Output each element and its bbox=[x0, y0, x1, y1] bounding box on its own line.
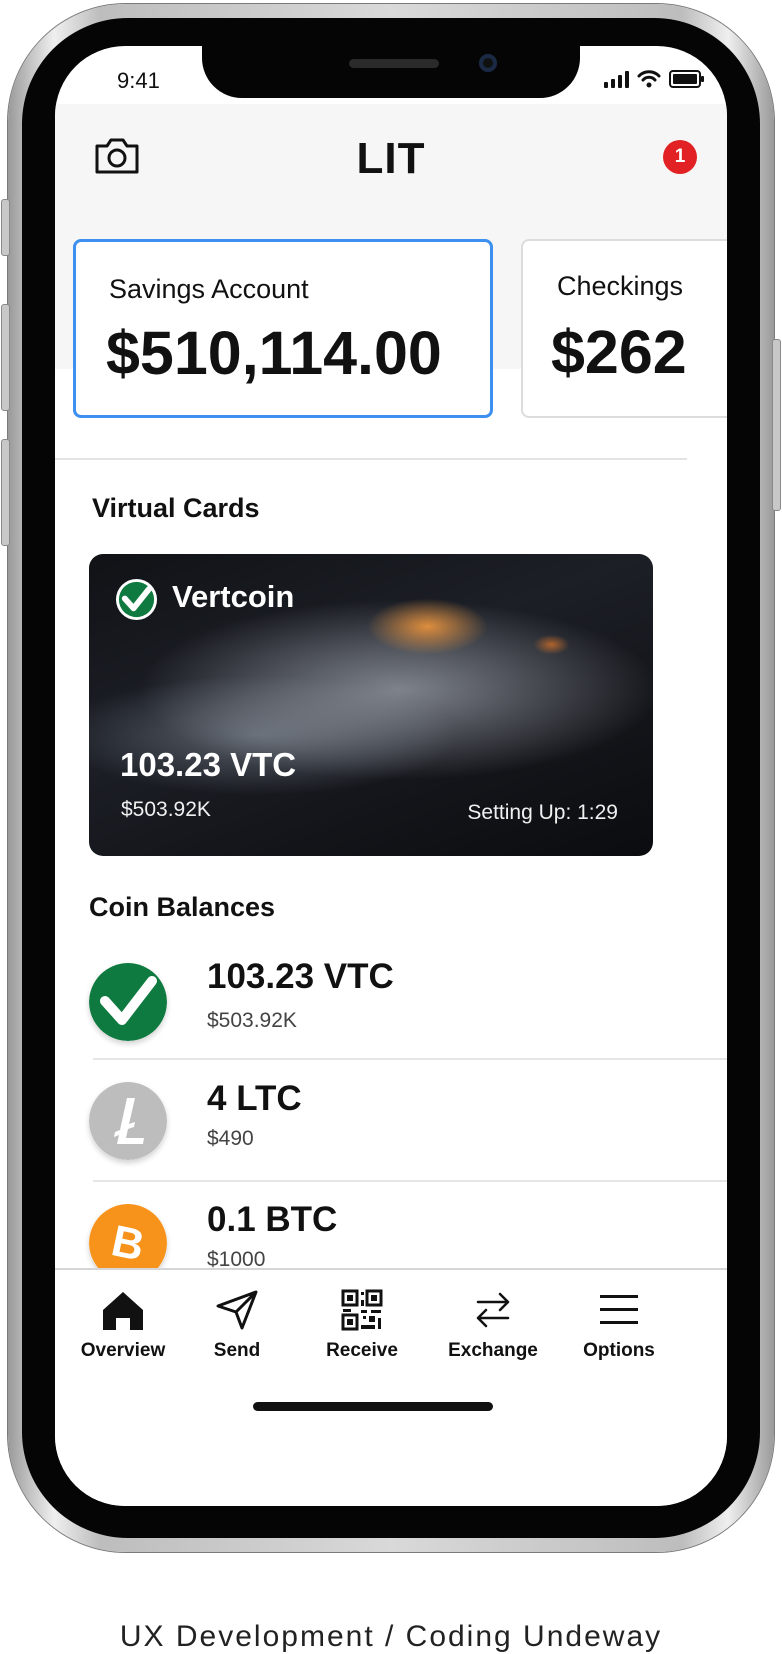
account-card-checkings[interactable]: Checkings $262 bbox=[521, 239, 727, 418]
signal-icon bbox=[604, 70, 629, 88]
speaker bbox=[349, 59, 439, 68]
virtual-card-amount: 103.23 VTC bbox=[120, 746, 297, 783]
litecoin-icon bbox=[89, 1082, 167, 1160]
vertcoin-icon bbox=[115, 578, 158, 621]
app-title: LIT bbox=[356, 134, 426, 183]
wifi-icon bbox=[637, 70, 661, 88]
coin-fiat: $1000 bbox=[207, 1248, 266, 1268]
account-card-savings[interactable]: Savings Account $510,114.00 bbox=[73, 239, 493, 418]
coin-fiat: $490 bbox=[207, 1127, 254, 1150]
account-balance: $510,114.00 bbox=[106, 319, 442, 387]
power-button bbox=[772, 339, 781, 511]
virtual-card[interactable]: Vertcoin 103.23 VTC $503.92K Setting Up:… bbox=[89, 554, 653, 856]
coin-row-vtc[interactable]: 103.23 VTC $503.92K bbox=[55, 957, 727, 1085]
app-header: LIT 1 bbox=[55, 104, 727, 200]
virtual-card-coin-name: Vertcoin bbox=[172, 579, 295, 614]
coin-row-btc[interactable]: B 0.1 BTC $1000 bbox=[55, 1204, 727, 1268]
account-balance: $262 bbox=[551, 318, 687, 386]
coin-row-ltc[interactable]: 4 LTC $490 bbox=[55, 1079, 727, 1204]
tab-label: Receive bbox=[326, 1340, 398, 1361]
mute-switch bbox=[1, 199, 10, 256]
exchange-icon bbox=[476, 1292, 510, 1328]
coin-amount: 103.23 VTC bbox=[207, 957, 394, 996]
tab-overview[interactable]: Overview bbox=[68, 1288, 178, 1362]
battery-icon bbox=[669, 70, 704, 88]
virtual-card-fiat: $503.92K bbox=[121, 798, 211, 821]
menu-icon bbox=[600, 1295, 638, 1324]
coin-amount: 4 LTC bbox=[207, 1079, 302, 1118]
account-name: Savings Account bbox=[109, 274, 309, 304]
account-name: Checkings bbox=[557, 271, 684, 301]
tab-label: Exchange bbox=[448, 1340, 538, 1361]
notification-badge[interactable]: 1 bbox=[663, 140, 697, 174]
phone-screen: 9:41 LIT 1 Savings Account $510,114.00 C… bbox=[55, 46, 727, 1506]
tab-send[interactable]: Send bbox=[182, 1288, 292, 1362]
qr-code-icon bbox=[341, 1289, 383, 1331]
tab-label: Overview bbox=[80, 1340, 166, 1361]
virtual-card-status: Setting Up: 1:29 bbox=[467, 801, 618, 824]
send-icon bbox=[216, 1290, 258, 1330]
coin-fiat: $503.92K bbox=[207, 1009, 297, 1032]
front-camera bbox=[479, 54, 497, 72]
volume-up-button bbox=[1, 304, 10, 411]
coin-amount: 0.1 BTC bbox=[207, 1204, 338, 1239]
virtual-cards-title: Virtual Cards bbox=[92, 493, 260, 523]
status-time: 9:41 bbox=[117, 68, 160, 93]
notch bbox=[202, 46, 580, 98]
divider bbox=[93, 1180, 727, 1182]
home-indicator[interactable] bbox=[253, 1402, 493, 1411]
divider bbox=[55, 458, 687, 460]
tab-exchange[interactable]: Exchange bbox=[438, 1288, 548, 1362]
tab-label: Options bbox=[583, 1340, 655, 1361]
vertcoin-icon bbox=[89, 963, 167, 1041]
tab-options[interactable]: Options bbox=[564, 1288, 674, 1362]
caption: UX Development / Coding Undeway bbox=[119, 1620, 663, 1653]
tab-receive[interactable]: Receive bbox=[307, 1288, 417, 1362]
tab-bar: Overview Send Receive Exchange Options bbox=[55, 1268, 727, 1506]
volume-down-button bbox=[1, 439, 10, 546]
tab-label: Send bbox=[213, 1340, 261, 1361]
bitcoin-icon: B bbox=[89, 1204, 167, 1268]
home-icon bbox=[103, 1292, 143, 1330]
coin-balances-title: Coin Balances bbox=[89, 892, 276, 922]
status-icons bbox=[604, 68, 704, 90]
divider bbox=[93, 1058, 727, 1060]
